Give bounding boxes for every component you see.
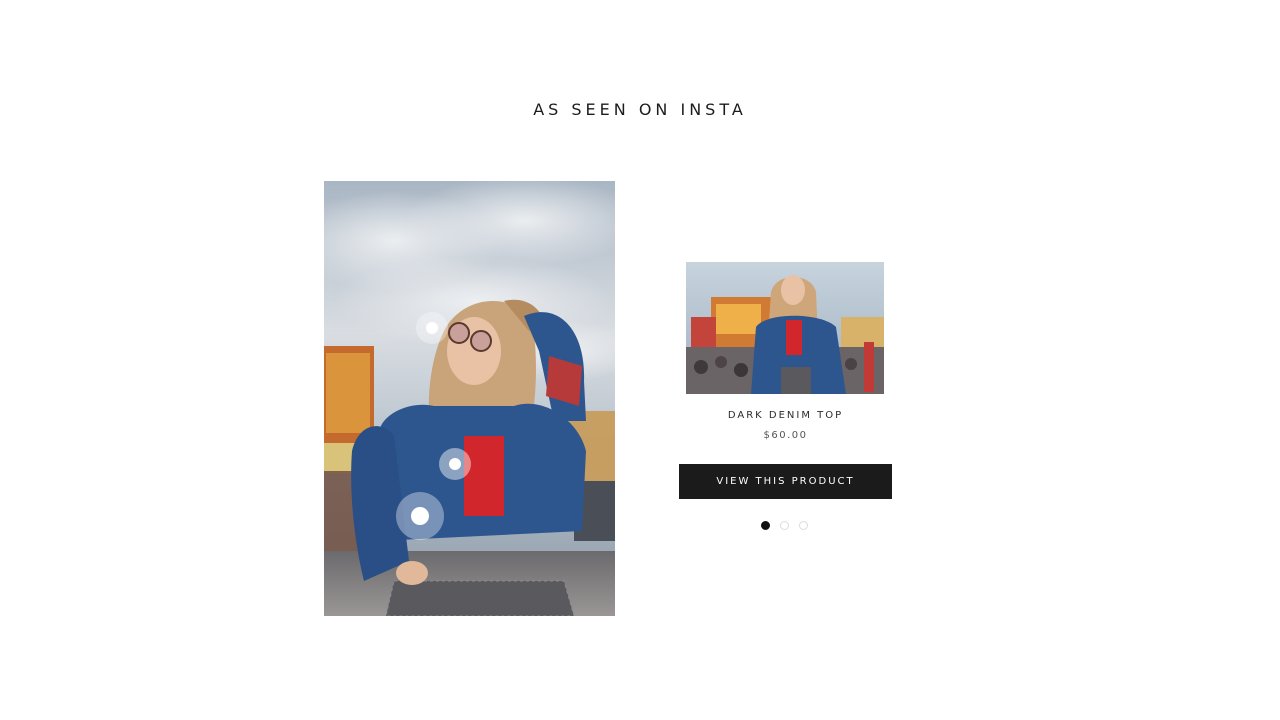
hotspot-sunglasses[interactable] <box>416 312 448 344</box>
hotspot-dot-icon <box>426 322 438 334</box>
product-price: $60.00 <box>763 430 808 441</box>
hotspot-jacket[interactable] <box>396 492 444 540</box>
insta-section: AS SEEN ON INSTA DARK DENIM TOP $60.00 V… <box>0 0 1280 720</box>
pagination-dot-2[interactable] <box>780 521 789 530</box>
product-image[interactable] <box>686 262 884 394</box>
lookbook-photo <box>324 181 615 616</box>
hotspot-top[interactable] <box>439 448 471 480</box>
pagination-dot-1[interactable] <box>761 521 770 530</box>
hotspot-dot-icon <box>411 507 429 525</box>
product-name[interactable]: DARK DENIM TOP <box>679 410 892 421</box>
pagination-dot-3[interactable] <box>799 521 808 530</box>
hotspot-dot-icon <box>449 458 461 470</box>
carousel-pagination <box>761 521 808 530</box>
section-title: AS SEEN ON INSTA <box>533 100 747 119</box>
view-product-button[interactable]: VIEW THIS PRODUCT <box>679 464 892 499</box>
